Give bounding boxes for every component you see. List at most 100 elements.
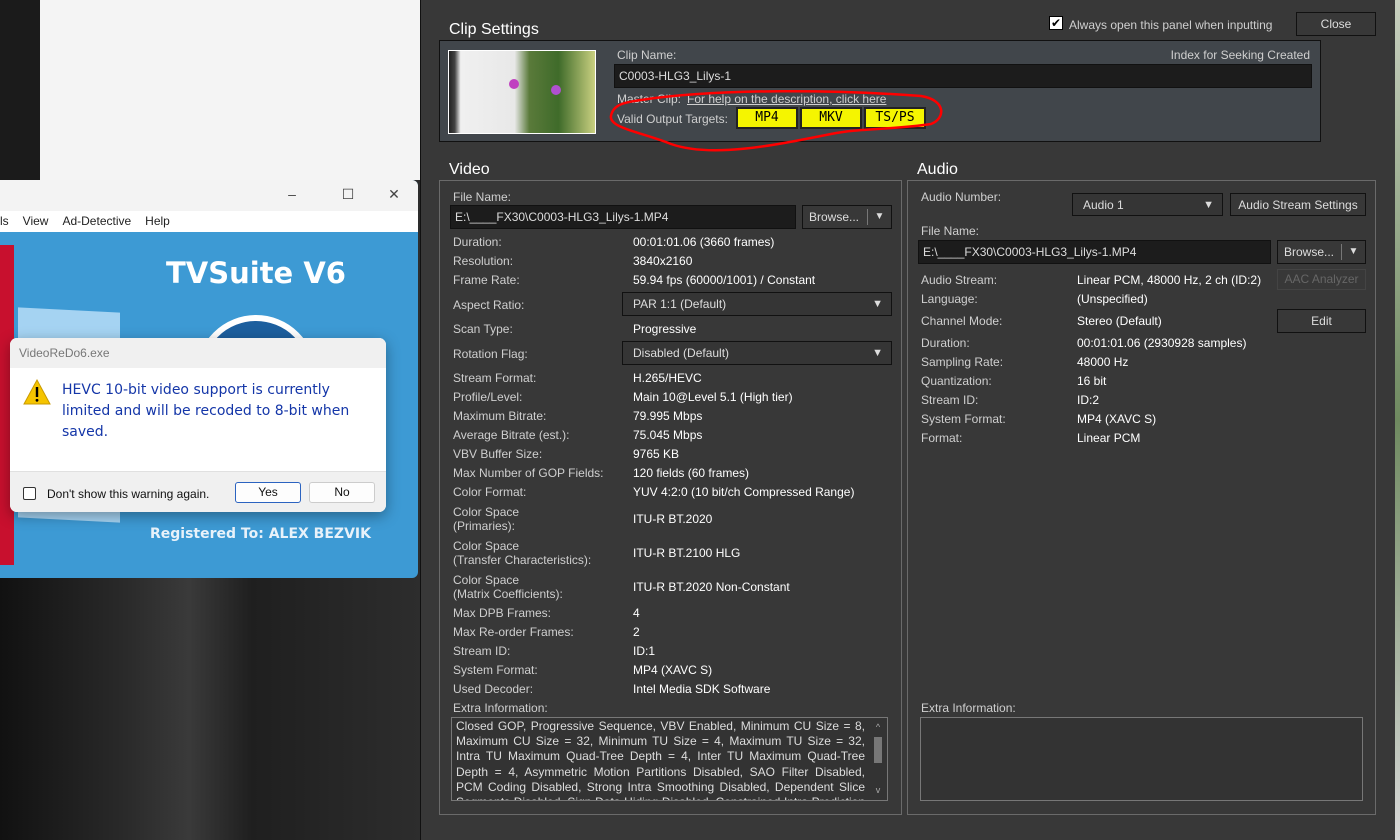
audio-field-value: Linear PCM, 48000 Hz, 2 ch (ID:2) xyxy=(1077,273,1262,287)
dialog-footer: Don't show this warning again. Yes No xyxy=(10,471,386,512)
video-field-value: 4 xyxy=(633,606,640,620)
maximize-icon[interactable]: ☐ xyxy=(338,186,358,204)
video-field-label: Color Space (Transfer Characteristics): xyxy=(453,539,592,567)
menu-tools[interactable]: ls xyxy=(0,214,9,228)
close-icon[interactable]: ✕ xyxy=(384,186,404,204)
video-field-label: Profile/Level: xyxy=(453,390,523,404)
aac-analyzer-button: AAC Analyzer xyxy=(1277,269,1366,290)
video-field-value: 120 fields (60 frames) xyxy=(633,466,750,480)
video-field-value: 00:01:01.06 (3660 frames) xyxy=(633,235,775,249)
audio-field-label: Quantization: xyxy=(921,374,992,388)
warning-dialog: VideoReDo6.exe HEVC 10-bit video support… xyxy=(10,338,386,512)
audio-field-value: 16 bit xyxy=(1077,374,1107,388)
video-field-label: Used Decoder: xyxy=(453,682,534,696)
video-field-label: VBV Buffer Size: xyxy=(453,447,543,461)
dialog-title: VideoReDo6.exe xyxy=(10,338,386,368)
dialog-message: HEVC 10-bit video support is currently l… xyxy=(62,382,350,440)
audio-field-label: System Format: xyxy=(921,412,1006,426)
video-field-value: ITU-R BT.2020 xyxy=(633,512,713,526)
desktop-background xyxy=(40,0,420,180)
audio-field-label: Stream ID: xyxy=(921,393,979,407)
audio-extra-textarea[interactable] xyxy=(920,717,1363,801)
dont-show-label: Don't show this warning again. xyxy=(47,487,210,501)
always-open-checkbox[interactable]: ✔ xyxy=(1049,16,1063,30)
audio-number-dropdown[interactable]: Audio 1 ▼ xyxy=(1072,193,1223,216)
chevron-down-icon: ▼ xyxy=(1203,199,1214,211)
video-extra-label: Extra Information: xyxy=(453,701,548,715)
video-file-input[interactable]: E:\____FX30\C0003-HLG3_Lilys-1.MP4 xyxy=(450,205,796,229)
menu-ad-detective[interactable]: Ad-Detective xyxy=(62,214,131,228)
always-open-label: Always open this panel when inputting xyxy=(1069,18,1273,32)
chevron-down-icon[interactable]: ▼ xyxy=(867,209,891,225)
audio-file-input[interactable]: E:\____FX30\C0003-HLG3_Lilys-1.MP4 xyxy=(918,240,1271,264)
audio-number-label: Audio Number: xyxy=(921,190,1002,204)
browse-label: Browse... xyxy=(809,210,860,224)
chevron-down-icon: ▼ xyxy=(872,298,883,310)
audio-field-value: 48000 Hz xyxy=(1077,355,1129,369)
audio-field-label: Channel Mode: xyxy=(921,314,1003,328)
video-field-label: Scan Type: xyxy=(453,322,513,336)
video-field-label: Color Space (Matrix Coefficients): xyxy=(453,573,563,601)
audio-field-label: Language: xyxy=(921,292,978,306)
audio-browse-button[interactable]: Browse... ▼ xyxy=(1277,240,1366,264)
audio-heading: Audio xyxy=(917,161,958,178)
video-field-value: MP4 (XAVC S) xyxy=(633,663,713,677)
audio-stream-settings-button[interactable]: Audio Stream Settings xyxy=(1230,193,1366,216)
video-extra-textarea[interactable]: Closed GOP, Progressive Sequence, VBV En… xyxy=(451,717,888,801)
video-field-dropdown[interactable]: PAR 1:1 (Default) ▼ xyxy=(622,292,892,316)
yes-button[interactable]: Yes xyxy=(235,482,301,503)
audio-extra-label: Extra Information: xyxy=(921,701,1016,715)
audio-field-label: Duration: xyxy=(921,336,970,350)
video-browse-button[interactable]: Browse... ▼ xyxy=(802,205,892,229)
video-field-value: 79.995 Mbps xyxy=(633,409,703,423)
video-extra-text: Closed GOP, Progressive Sequence, VBV En… xyxy=(456,719,865,800)
red-annotation-circle xyxy=(609,89,943,152)
video-field-label: Resolution: xyxy=(453,254,514,268)
audio-field-value: 00:01:01.06 (2930928 samples) xyxy=(1077,336,1247,350)
audio-field-label: Sampling Rate: xyxy=(921,355,1004,369)
audio-field-label: Audio Stream: xyxy=(921,273,998,287)
clip-settings-panel: Clip Settings ✔ Always open this panel w… xyxy=(420,0,1395,840)
index-status: Index for Seeking Created xyxy=(1170,48,1310,62)
audio-field-value: MP4 (XAVC S) xyxy=(1077,412,1157,426)
video-field-label: Max Number of GOP Fields: xyxy=(453,466,604,480)
video-field-value: 9765 KB xyxy=(633,447,680,461)
clip-name-label: Clip Name: xyxy=(617,48,677,62)
edit-button[interactable]: Edit xyxy=(1277,309,1366,333)
audio-field-value: ID:2 xyxy=(1077,393,1100,407)
no-button[interactable]: No xyxy=(309,482,375,503)
browse-label: Browse... xyxy=(1284,245,1335,259)
clip-name-input[interactable]: C0003-HLG3_Lilys-1 xyxy=(614,64,1312,88)
scrollbar[interactable]: ^ v xyxy=(872,720,884,798)
chevron-down-icon[interactable]: ▼ xyxy=(1341,244,1365,260)
video-field-label: Frame Rate: xyxy=(453,273,520,287)
video-field-value: Intel Media SDK Software xyxy=(633,682,771,696)
video-field-dropdown[interactable]: Disabled (Default) ▼ xyxy=(622,341,892,365)
title-bar: – ☐ ✕ xyxy=(0,180,418,211)
video-field-value: H.265/HEVC xyxy=(633,371,702,385)
desktop-background-edge xyxy=(1395,0,1400,840)
menu-help[interactable]: Help xyxy=(145,214,170,228)
video-field-value: ITU-R BT.2100 HLG xyxy=(633,546,741,560)
panel-title: Clip Settings xyxy=(449,21,539,38)
minimize-icon[interactable]: – xyxy=(282,186,302,204)
audio-field-value: Linear PCM xyxy=(1077,431,1141,445)
menu-bar: ls View Ad-Detective Help xyxy=(0,211,418,232)
dont-show-checkbox[interactable] xyxy=(23,487,36,500)
video-field-label: System Format: xyxy=(453,663,538,677)
menu-view[interactable]: View xyxy=(23,214,49,228)
dropdown-value: Disabled (Default) xyxy=(633,346,730,360)
video-field-label: Max DPB Frames: xyxy=(453,606,552,620)
video-field-label: Maximum Bitrate: xyxy=(453,409,547,423)
video-field-value: ITU-R BT.2020 Non-Constant xyxy=(633,580,790,594)
video-field-label: Color Format: xyxy=(453,485,527,499)
close-button[interactable]: Close xyxy=(1296,12,1376,36)
video-field-value: YUV 4:2:0 (10 bit/ch Compressed Range) xyxy=(633,485,855,499)
video-field-label: Aspect Ratio: xyxy=(453,298,525,312)
video-heading: Video xyxy=(449,161,490,178)
video-field-value: 2 xyxy=(633,625,640,639)
video-field-value: ID:1 xyxy=(633,644,656,658)
video-field-label: Stream Format: xyxy=(453,371,537,385)
warning-icon xyxy=(23,378,51,405)
video-file-label: File Name: xyxy=(453,190,512,204)
